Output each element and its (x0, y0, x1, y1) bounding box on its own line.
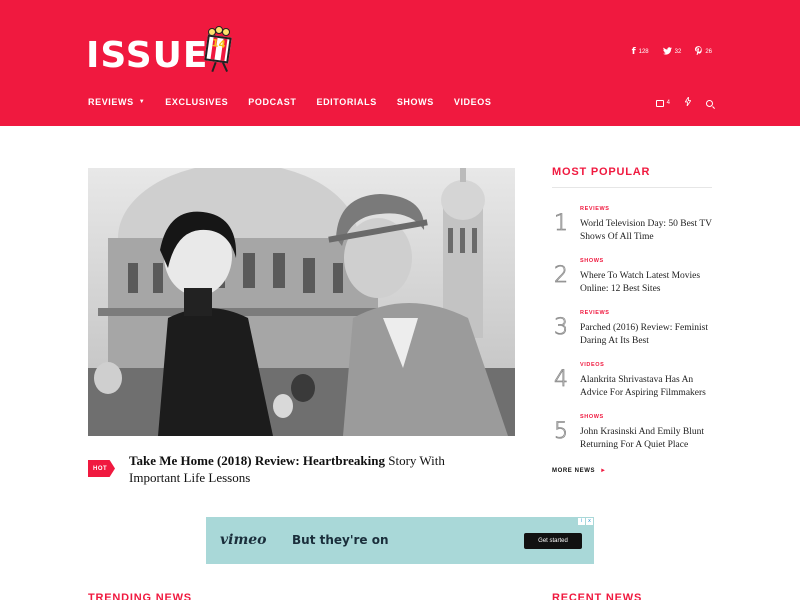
article-title: Parched (2016) Review: Feminist Daring A… (580, 323, 708, 346)
lightning-icon (684, 95, 692, 109)
nav-videos[interactable]: VIDEOS (454, 97, 492, 107)
social-links: f 128 32 26 (632, 46, 712, 58)
pinterest-count: 26 (705, 49, 712, 55)
ad-cta-button[interactable]: Get started (524, 533, 582, 549)
nav-label: REVIEWS (88, 97, 134, 107)
more-news-label: MORE NEWS (552, 468, 596, 474)
nav-reviews[interactable]: REVIEWS ▼ (88, 97, 145, 107)
more-news-link[interactable]: MORE NEWS ► (552, 468, 607, 474)
twitter-count: 32 (674, 49, 682, 55)
hero-image[interactable] (88, 168, 515, 436)
category-label[interactable]: REVIEWS (580, 206, 610, 212)
cart-count: 4 (666, 100, 670, 106)
nav-label: EDITORIALS (316, 97, 377, 107)
hero-photo (88, 168, 515, 436)
popular-item[interactable]: 5 SHOWS John Krasinski And Emily Blunt R… (552, 414, 712, 458)
nav-label: EXCLUSIVES (165, 97, 229, 107)
search-icon (706, 99, 713, 107)
headline-bold: Take Me Home (2018) Review: Heartbreakin… (129, 453, 385, 468)
twitter-icon (662, 46, 672, 58)
ad-close-icon[interactable]: x (586, 518, 593, 525)
popular-item[interactable]: 2 SHOWS Where To Watch Latest Movies Onl… (552, 258, 712, 302)
header-actions: 4 (655, 95, 713, 109)
trending-news-heading: TRENDING NEWS (88, 592, 192, 600)
mascot-leg (211, 61, 218, 73)
nav-label: PODCAST (248, 97, 297, 107)
arrow-right-icon: ► (600, 468, 607, 474)
nav-editorials[interactable]: EDITORIALS (316, 97, 376, 107)
nav-shows[interactable]: SHOWS (397, 97, 434, 107)
article-title: John Krasinski And Emily Blunt Returning… (580, 427, 705, 450)
divider (552, 187, 712, 188)
advertisement-banner[interactable]: vimeo But they're on Get started i x (206, 517, 594, 564)
chevron-down-icon: ▼ (138, 99, 146, 105)
popular-item[interactable]: 1 REVIEWS World Television Day: 50 Best … (552, 206, 712, 250)
recent-news-heading: RECENT NEWS (552, 592, 643, 600)
hero-headline-link[interactable]: Take Me Home (2018) Review: Heartbreakin… (129, 452, 469, 486)
rank-number: 1 (554, 211, 569, 236)
social-twitter[interactable]: 32 (662, 46, 682, 58)
facebook-icon: f (631, 47, 636, 57)
ad-text: But they're on (292, 533, 389, 547)
rank-number: 2 (554, 263, 569, 288)
popular-item[interactable]: 4 VIDEOS Alankrita Shrivastava Has An Ad… (552, 362, 712, 406)
article-title: Where To Watch Latest Movies Online: 12 … (580, 271, 701, 294)
nav-podcast[interactable]: PODCAST (248, 97, 296, 107)
nav-label: VIDEOS (453, 97, 492, 107)
nav-exclusives[interactable]: EXCLUSIVES (165, 97, 228, 107)
category-label[interactable]: VIDEOS (580, 362, 604, 368)
rank-number: 3 (554, 315, 569, 340)
category-label[interactable]: SHOWS (580, 414, 604, 420)
pinterest-icon (695, 46, 703, 58)
social-pinterest[interactable]: 26 (695, 46, 712, 58)
cart-icon (655, 99, 664, 107)
vimeo-logo: vimeo (220, 532, 267, 548)
popcorn-mascot-icon: 14 (202, 26, 238, 76)
cart-button[interactable]: 4 (655, 99, 670, 107)
popcorn-box: 14 (204, 34, 233, 64)
facebook-count: 128 (638, 49, 649, 55)
ad-controls: i x (578, 518, 593, 525)
trending-button[interactable] (684, 95, 692, 109)
popcorn-kernel (222, 28, 231, 36)
social-facebook[interactable]: f 128 (632, 47, 649, 57)
logo-number: 14 (211, 38, 227, 51)
category-label[interactable]: REVIEWS (580, 310, 610, 316)
rank-number: 5 (554, 419, 569, 444)
site-logo[interactable]: ISSUE 14 (86, 26, 238, 76)
ad-info-icon[interactable]: i (578, 518, 585, 525)
logo-text: ISSUE (86, 35, 209, 76)
rank-number: 4 (554, 367, 569, 392)
popular-item[interactable]: 3 REVIEWS Parched (2016) Review: Feminis… (552, 310, 712, 354)
nav-label: SHOWS (396, 97, 434, 107)
search-button[interactable] (706, 99, 713, 107)
main-nav: REVIEWS ▼ EXCLUSIVES PODCAST EDITORIALS … (88, 97, 491, 107)
hot-badge: HOT (88, 460, 115, 477)
sidebar-title: MOST POPULAR (552, 166, 651, 178)
article-title: Alankrita Shrivastava Has An Advice For … (580, 375, 706, 398)
category-label[interactable]: SHOWS (580, 258, 604, 264)
article-title: World Television Day: 50 Best TV Shows O… (580, 219, 712, 242)
most-popular-sidebar: MOST POPULAR 1 REVIEWS World Television … (552, 166, 712, 474)
site-header: ISSUE 14 f 128 32 26 REVIEWS ▼ EXCLUSIVE… (0, 0, 800, 126)
